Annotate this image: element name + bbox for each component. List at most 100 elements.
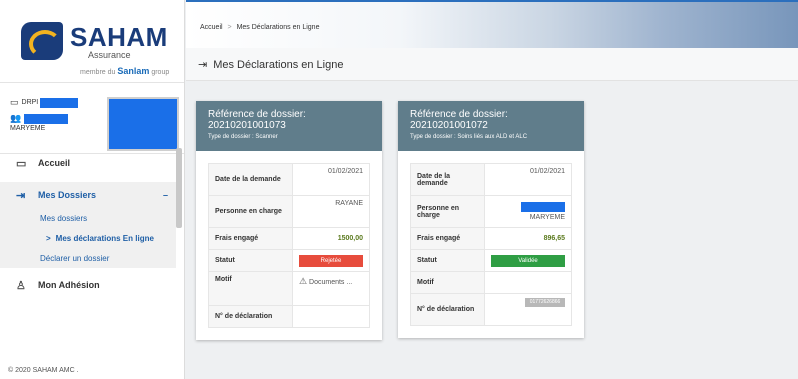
collapse-icon[interactable]: –	[163, 190, 168, 200]
logo-area: SAHAM Assurance membre du Sanlam group	[0, 0, 184, 83]
date-value: 01/02/2021	[292, 163, 370, 196]
frais-value: 1500,00	[292, 227, 370, 250]
sidebar-subitem-label: Mes dossiers	[40, 213, 88, 223]
motif-label: Motif	[410, 271, 485, 294]
table-row: Motif ⚠ Documents ...	[208, 271, 370, 306]
card-details-table: Date de la demande 01/02/2021 Personne e…	[208, 163, 370, 328]
card-body: Date de la demande 01/02/2021 Personne e…	[196, 151, 382, 340]
personne-label: Personne en charge	[208, 195, 293, 228]
table-row: Statut Rejetée	[208, 249, 370, 272]
statut-cell: Validée	[484, 249, 572, 272]
table-row: N° de déclaration 01772626866	[410, 293, 572, 326]
monitor-icon: ▭	[10, 97, 19, 107]
num-value	[292, 305, 370, 328]
sidebar-subitem-label: Déclarer un dossier	[40, 253, 110, 263]
redacted-block	[40, 97, 79, 108]
date-label: Date de la demande	[208, 163, 293, 196]
card-ref-number: 20210201001073	[208, 120, 286, 131]
enter-icon: ⇥	[198, 59, 208, 71]
frais-value: 896,65	[484, 227, 572, 250]
enter-icon: ⇥	[16, 189, 26, 202]
declaration-number-badge: 01772626866	[525, 298, 565, 307]
personne-cell: MARYEME	[484, 195, 572, 228]
personne-value: MARYEME	[529, 214, 565, 221]
sidebar-item-label: Mon Adhésion	[38, 280, 100, 290]
brand-tag-suffix: group	[151, 69, 170, 76]
brand-tag-prefix: membre du	[80, 69, 116, 76]
sidebar-item-accueil[interactable]: ▭ Accueil	[0, 150, 176, 176]
num-label: N° de déclaration	[410, 293, 485, 326]
sidebar-scrollbar[interactable]	[176, 148, 182, 228]
card-ref-label: Référence de dossier:	[410, 109, 508, 120]
num-label: N° de déclaration	[208, 305, 293, 328]
saham-logo-icon	[21, 22, 63, 60]
table-row: Motif	[410, 271, 572, 294]
table-row: Frais engagé 896,65	[410, 227, 572, 250]
sidebar-item-adhesion[interactable]: ♙ Mon Adhésion	[0, 272, 176, 298]
chevron-right-icon: >	[46, 233, 51, 243]
statut-label: Statut	[208, 249, 293, 272]
redacted-block	[521, 202, 565, 212]
redacted-block	[24, 113, 69, 124]
card-ref-label: Référence de dossier:	[208, 109, 306, 120]
card-dossier-type: Type de dossier : Scanner	[208, 134, 278, 140]
table-row: Personne en charge MARYEME	[410, 195, 572, 228]
sidebar-nav: ▭ Accueil ⇥ Mes Dossiers – Mes dossiers …	[0, 150, 176, 298]
breadcrumb-home[interactable]: Accueil	[200, 24, 223, 31]
personne-value: RAYANE	[292, 195, 370, 228]
status-badge: Rejetée	[299, 254, 363, 267]
statut-label: Statut	[410, 249, 485, 272]
dossier-card: Référence de dossier: 20210201001072 Typ…	[398, 101, 584, 338]
frais-label: Frais engagé	[208, 227, 293, 250]
status-badge: Validée	[491, 254, 565, 267]
date-label: Date de la demande	[410, 163, 485, 196]
table-row: N° de déclaration	[208, 305, 370, 328]
card-body: Date de la demande 01/02/2021 Personne e…	[398, 151, 584, 338]
card-header: Référence de dossier: 20210201001073 Typ…	[196, 101, 382, 151]
card-ref-number: 20210201001072	[410, 120, 488, 131]
brand-name: SAHAM	[70, 22, 168, 52]
personne-label: Personne en charge	[410, 195, 485, 228]
table-row: Statut Validée	[410, 249, 572, 272]
sidebar-item-mes-dossiers[interactable]: ⇥ Mes Dossiers –	[0, 182, 176, 208]
avatar	[107, 97, 179, 151]
statut-cell: Rejetée	[292, 249, 370, 272]
user-area: ▭ DRPI 👥 MARYEME	[0, 83, 184, 154]
user-id-label: DRPI	[21, 99, 39, 106]
user-beneficiary-line: 👥	[10, 113, 69, 124]
table-row: Date de la demande 01/02/2021	[410, 163, 572, 196]
motif-cell: ⚠ Documents ...	[292, 271, 370, 306]
title-bar: ⇥ Mes Déclarations en Ligne	[186, 48, 798, 81]
table-row: Date de la demande 01/02/2021	[208, 163, 370, 196]
card-details-table: Date de la demande 01/02/2021 Personne e…	[410, 163, 572, 326]
sidebar-group-dossiers: ⇥ Mes Dossiers – Mes dossiers > Mes décl…	[0, 182, 176, 268]
sidebar: SAHAM Assurance membre du Sanlam group ▭…	[0, 0, 185, 379]
sidebar-subitem-declarer[interactable]: Déclarer un dossier	[0, 248, 176, 268]
card-header: Référence de dossier: 20210201001072 Typ…	[398, 101, 584, 151]
sidebar-subitem-mes-dossiers[interactable]: Mes dossiers	[0, 208, 176, 228]
motif-value: Documents ...	[309, 279, 353, 286]
sidebar-item-label: Mes Dossiers	[38, 190, 97, 200]
date-value: 01/02/2021	[484, 163, 572, 196]
user-name: MARYEME	[10, 125, 46, 132]
person-icon: ♙	[16, 279, 26, 292]
top-banner: Accueil > Mes Déclarations en Ligne	[186, 0, 798, 48]
user-id-line: ▭ DRPI	[10, 97, 79, 108]
sidebar-subitem-label: Mes déclarations En ligne	[55, 233, 154, 243]
motif-label: Motif	[208, 271, 293, 306]
frais-label: Frais engagé	[410, 227, 485, 250]
footer-copyright: © 2020 SAHAM AMC .	[8, 367, 79, 374]
page-title: ⇥ Mes Déclarations en Ligne	[198, 58, 344, 72]
warning-icon: ⚠	[299, 276, 308, 286]
sidebar-item-label: Accueil	[38, 158, 71, 168]
sidebar-subitem-mes-declarations[interactable]: > Mes déclarations En ligne	[0, 228, 176, 248]
table-row: Personne en charge RAYANE	[208, 195, 370, 228]
card-dossier-type: Type de dossier : Soins liés aux ALD et …	[410, 134, 528, 140]
breadcrumb-current: Mes Déclarations en Ligne	[236, 24, 320, 31]
breadcrumb-separator: >	[227, 24, 232, 31]
dossier-card: Référence de dossier: 20210201001073 Typ…	[196, 101, 382, 340]
num-cell: 01772626866	[484, 293, 572, 326]
motif-value	[484, 271, 572, 294]
breadcrumb: Accueil > Mes Déclarations en Ligne	[200, 24, 319, 31]
page-title-text: Mes Déclarations en Ligne	[213, 58, 344, 71]
